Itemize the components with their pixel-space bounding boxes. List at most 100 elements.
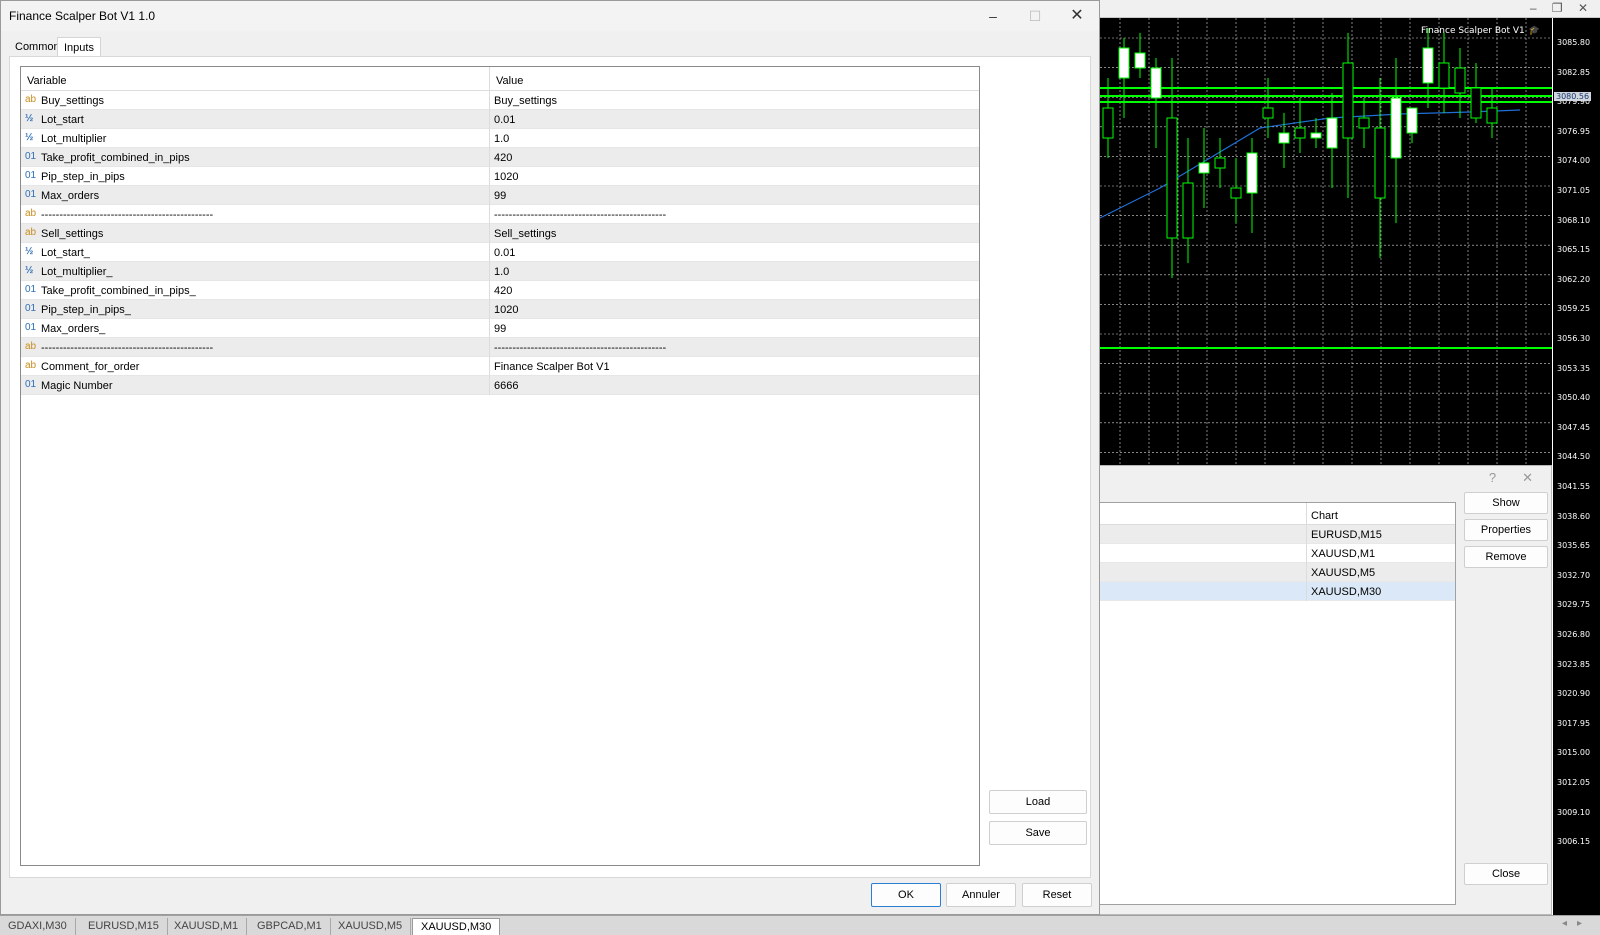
input-variable-name: Max_orders_ — [41, 323, 106, 335]
inputs-grid[interactable]: Variable Value ab Buy_settings Buy_setting… — [20, 66, 980, 866]
input-value[interactable]: 0.01 — [494, 114, 515, 126]
input-row[interactable]: 01 Take_profit_combined_in_pips 420 — [21, 148, 979, 167]
input-value[interactable]: 1020 — [494, 304, 518, 316]
help-icon[interactable]: ? — [1489, 470, 1496, 485]
candle-body — [1198, 162, 1210, 174]
input-row[interactable]: ½ Lot_start 0.01 — [21, 110, 979, 129]
input-variable-name: ----------------------------------------… — [41, 209, 214, 221]
integer-type-icon: 01 — [25, 303, 37, 314]
minimize-icon[interactable]: – — [973, 5, 1013, 27]
load-button[interactable]: Load — [989, 790, 1087, 814]
input-value[interactable]: 420 — [494, 152, 512, 164]
candle-body — [1134, 52, 1146, 69]
price-tick-label: 3074.00 — [1557, 156, 1591, 166]
input-row[interactable]: ab --------------------------------------… — [21, 205, 979, 224]
chart-tab[interactable]: EURUSD,M15 — [80, 918, 168, 935]
input-row[interactable]: ½ Lot_start_ 0.01 — [21, 243, 979, 262]
expert-row[interactable]: XAUUSD,M30 — [1092, 582, 1455, 601]
price-tick-label: 3062.20 — [1557, 274, 1591, 284]
input-row[interactable]: ab Comment_for_order Finance Scalper Bot V… — [21, 357, 979, 376]
close-icon[interactable]: ✕ — [1522, 470, 1533, 485]
price-tick-label: 3009.10 — [1557, 807, 1591, 817]
price-tick-label: 3056.30 — [1557, 334, 1591, 343]
chart-tab[interactable]: GDAXI,M30 — [0, 918, 76, 935]
tab-inputs[interactable]: Inputs — [57, 37, 101, 57]
input-row[interactable]: 01 Max_orders_ 99 — [21, 319, 979, 338]
candle-body — [1406, 107, 1418, 134]
input-value[interactable]: Finance Scalper Bot V1 — [494, 361, 610, 373]
price-tick-label: 3059.25 — [1557, 304, 1591, 314]
input-value[interactable]: ----------------------------------------… — [494, 342, 666, 354]
dialog-titlebar: Finance Scalper Bot V1 1.0 – ☐ ✕ — [1, 1, 1099, 31]
input-variable-name: Max_orders — [41, 190, 100, 202]
input-row[interactable]: 01 Take_profit_combined_in_pips_ 420 — [21, 281, 979, 300]
input-row[interactable]: ab --------------------------------------… — [21, 338, 979, 357]
input-value[interactable]: 1.0 — [494, 266, 509, 278]
candle-body — [1230, 187, 1242, 199]
dialog-title: Finance Scalper Bot V1 1.0 — [9, 9, 156, 23]
input-variable-name: Buy_settings — [41, 95, 104, 107]
close-button[interactable]: Close — [1464, 863, 1548, 885]
candle-body — [1374, 127, 1386, 199]
input-row[interactable]: ab Buy_settings Buy_settings — [21, 91, 979, 110]
price-tick-label: 3053.35 — [1557, 363, 1591, 373]
expert-row[interactable]: EURUSD,M15 — [1092, 525, 1455, 544]
input-value[interactable]: 6666 — [494, 380, 518, 392]
input-value[interactable]: 0.01 — [494, 247, 515, 259]
ok-button[interactable]: OK — [871, 883, 941, 907]
tab-scroll-arrows[interactable]: ◂▸ — [1562, 918, 1592, 929]
input-value[interactable]: Sell_settings — [494, 228, 556, 240]
integer-type-icon: 01 — [25, 284, 37, 295]
properties-button[interactable]: Properties — [1464, 519, 1548, 541]
chart-window-controls[interactable]: – ❐ ✕ — [1530, 1, 1594, 15]
expert-row[interactable]: XAUUSD,M5 — [1092, 563, 1455, 582]
input-row[interactable]: ½ Lot_multiplier 1.0 — [21, 129, 979, 148]
input-value[interactable]: 99 — [494, 190, 506, 202]
candle-body — [1454, 67, 1466, 94]
price-tick-label: 3044.50 — [1557, 452, 1591, 462]
input-row[interactable]: ab Sell_settings Sell_settings — [21, 224, 979, 243]
price-tick-label: 3082.85 — [1557, 67, 1591, 77]
maximize-icon[interactable]: ☐ — [1015, 5, 1055, 27]
input-row[interactable]: 01 Pip_step_in_pips_ 1020 — [21, 300, 979, 319]
input-row[interactable]: ½ Lot_multiplier_ 1.0 — [21, 262, 979, 281]
expert-row[interactable]: XAUUSD,M1 — [1092, 544, 1455, 563]
input-variable-name: ----------------------------------------… — [41, 342, 214, 354]
experts-list[interactable]: Chart EURUSD,M15 XAUUSD,M1 XAUUSD,M5 XAUUSD… — [1091, 502, 1456, 905]
integer-type-icon: 01 — [25, 189, 37, 200]
candlestick-chart — [1100, 18, 1552, 465]
chart-caption: Finance Scalper Bot V1 🎓 — [1421, 26, 1540, 36]
price-tick-label: 3050.40 — [1557, 393, 1591, 403]
chart-tab[interactable]: XAUUSD,M30 — [412, 918, 501, 935]
input-value[interactable]: ----------------------------------------… — [494, 209, 666, 221]
input-value[interactable]: 1020 — [494, 171, 518, 183]
chart-column-header: Chart — [1311, 510, 1338, 522]
value-column-header: Value — [496, 75, 524, 87]
price-tick-label: 3012.05 — [1557, 778, 1591, 787]
save-button[interactable]: Save — [989, 821, 1087, 845]
chart-tab[interactable]: XAUUSD,M1 — [166, 918, 248, 935]
double-type-icon: ½ — [25, 265, 34, 276]
input-value[interactable]: 420 — [494, 285, 512, 297]
experts-list-header: Chart — [1092, 503, 1455, 525]
chart-tab[interactable]: GBPCAD,M1 — [249, 918, 331, 935]
price-tick-label: 3041.55 — [1557, 482, 1591, 491]
chart-tab[interactable]: XAUUSD,M5 — [330, 918, 412, 935]
show-button[interactable]: Show — [1464, 492, 1548, 514]
input-row[interactable]: 01 Pip_step_in_pips 1020 — [21, 167, 979, 186]
price-tick-label: 3023.85 — [1557, 659, 1591, 669]
grid-header: Variable Value — [21, 67, 979, 91]
candle-body — [1438, 62, 1450, 89]
expert-properties-dialog: Finance Scalper Bot V1 1.0 – ☐ ✕ Common … — [0, 0, 1100, 915]
input-value[interactable]: 99 — [494, 323, 506, 335]
remove-button[interactable]: Remove — [1464, 546, 1548, 568]
reset-button[interactable]: Reset — [1022, 883, 1092, 907]
input-row[interactable]: 01 Magic Number 6666 — [21, 376, 979, 395]
input-value[interactable]: 1.0 — [494, 133, 509, 145]
input-value[interactable]: Buy_settings — [494, 95, 557, 107]
cancel-button[interactable]: Annuler — [946, 883, 1016, 907]
price-chart[interactable] — [1100, 18, 1552, 465]
close-icon[interactable]: ✕ — [1057, 5, 1097, 27]
input-variable-name: Take_profit_combined_in_pips — [41, 152, 190, 164]
input-row[interactable]: 01 Max_orders 99 — [21, 186, 979, 205]
